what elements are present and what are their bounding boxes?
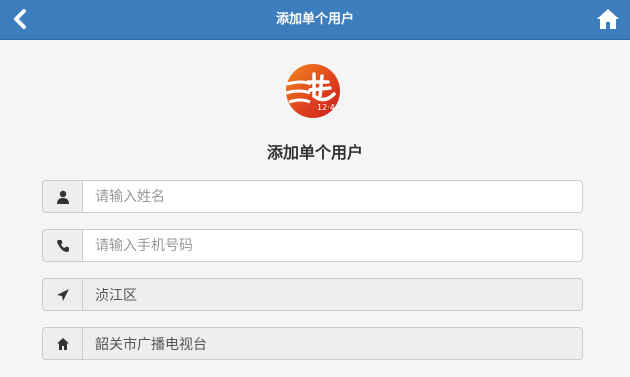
district-field-group — [42, 278, 583, 311]
organization-field-group — [42, 327, 583, 360]
user-icon — [56, 190, 69, 204]
logo: 12·4 — [284, 62, 342, 120]
logo-text: 12·4 — [317, 103, 335, 112]
page-title: 添加单个用户 — [266, 143, 363, 162]
phone-icon — [56, 239, 69, 252]
organization-addon — [42, 327, 82, 360]
location-arrow-icon — [56, 288, 69, 301]
organization-input[interactable] — [82, 327, 583, 360]
phone-addon — [42, 229, 82, 262]
home-icon — [597, 9, 619, 29]
navbar-title: 添加单个用户 — [275, 12, 354, 27]
top-navbar: 添加单个用户 — [0, 0, 630, 40]
home-icon — [56, 337, 69, 350]
district-input[interactable] — [82, 278, 583, 311]
name-input[interactable] — [82, 180, 583, 213]
phone-input[interactable] — [82, 229, 583, 262]
district-addon — [42, 278, 82, 311]
home-button[interactable] — [595, 6, 621, 32]
name-addon — [42, 180, 82, 213]
phone-field-group — [42, 229, 583, 262]
name-field-group — [42, 180, 583, 213]
